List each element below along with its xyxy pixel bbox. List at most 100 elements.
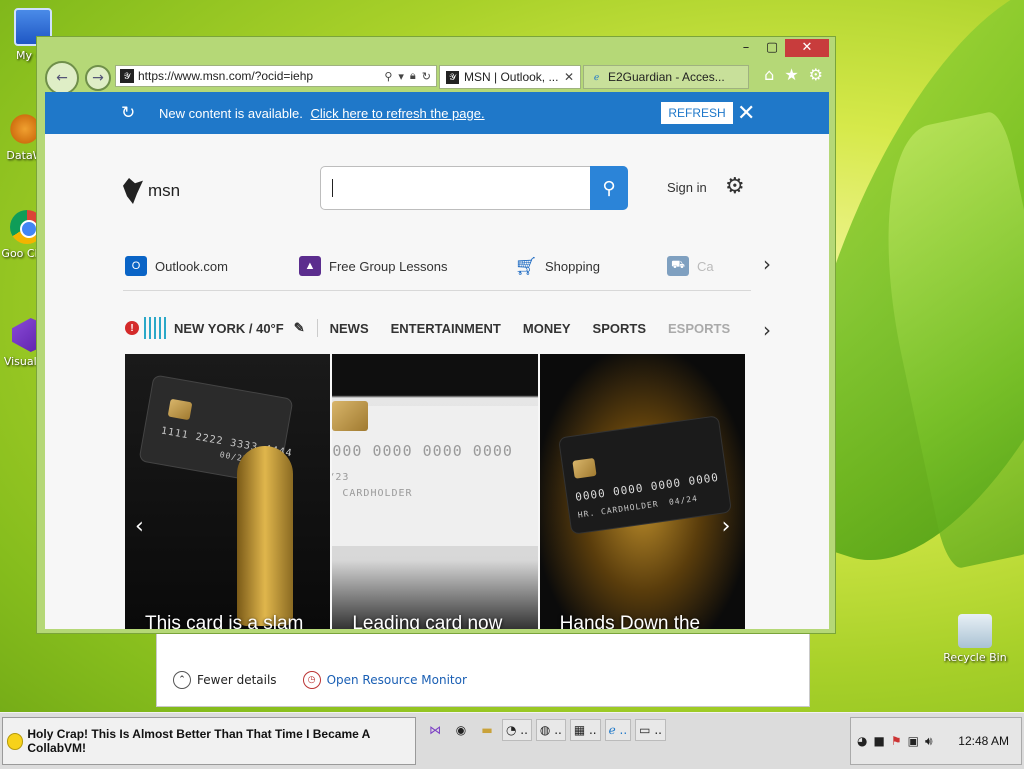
settings-gear-icon[interactable]: ⚙ [809,65,823,84]
refresh-icon[interactable]: ↻ [422,70,431,83]
maximize-button[interactable]: ▢ [759,39,785,57]
card-caption: This card is a slam [145,613,304,629]
close-tab-icon[interactable]: ✕ [564,70,574,84]
recycle-bin-icon [958,614,992,648]
notification-message: New content is available. Click here to … [159,106,485,121]
system-tray: ◕ ■ ⚑ ▣ 🔊︎ 12:48 AM [850,717,1022,765]
chevron-right-icon[interactable]: › [763,318,771,342]
quick-links: O Outlook.com ▲ Free Group Lessons 🛒︎ Sh… [125,250,775,284]
tray-flag-icon[interactable]: ⚑ [891,734,902,748]
desktop-icon-label: Recycle Bin [943,651,1007,664]
search-button[interactable]: ⚲ [590,166,628,210]
quick-link-label: Shopping [545,258,600,274]
msn-logo-text: msn [148,181,181,200]
taskbar-item-chart[interactable]: ▦ .. [569,719,601,741]
search-input[interactable]: ⚲ [320,166,628,210]
car-icon: ⛟ [667,256,689,276]
carousel-prev-icon[interactable]: ‹ [135,514,144,539]
taskbar-item-1[interactable]: ◔ .. [502,719,532,741]
notification-text: New content is available. [159,105,303,121]
address-tools: ⚲ ▾ 🔒︎ ↻ [384,70,436,83]
text-cursor [332,179,333,197]
close-notification-icon[interactable]: ✕ [737,100,755,126]
minimize-button[interactable]: – [733,39,759,57]
address-text: https://www.msn.com/?ocid=iehp [138,69,314,83]
clock[interactable]: 12:48 AM [958,734,1009,748]
alert-icon[interactable]: ! [125,321,139,335]
card-expiry: 04/24 [668,493,699,507]
visual-studio-icon[interactable]: ⋈ [424,719,446,741]
ie-toolbar: ⌂ ★ ⚙ [764,65,823,84]
category-entertainment[interactable]: ENTERTAINMENT [391,321,501,336]
card-caption: Hands Down the [559,613,701,629]
ie-window: – ▢ ✕ ← → 𝒴 https://www.msn.com/?ocid=ie… [36,36,836,634]
card-holder: HR. CARDHOLDER [576,499,659,520]
folder-icon[interactable]: ▬ [476,719,498,741]
forward-button[interactable]: → [85,65,111,91]
forward-arrow-icon: → [92,70,104,86]
tab-label: E2Guardian - Acces... [608,70,725,84]
news-card[interactable]: 0000 0000 0000 0000 HR. CARDHOLDER 04/24… [539,354,745,629]
gold-hand-image [237,446,293,626]
category-esports[interactable]: ESPORTS [668,321,730,336]
home-icon[interactable]: ⌂ [764,65,774,84]
msn-favicon-icon: 𝒴 [446,70,459,84]
category-sports[interactable]: SPORTS [593,321,646,336]
back-arrow-icon: ← [56,70,68,86]
quick-link-label: Free Group Lessons [329,258,448,274]
divider [316,319,318,337]
page-content: ↻ New content is available. Click here t… [45,92,829,629]
chevron-up-icon[interactable]: ⌃ [173,671,191,689]
close-button[interactable]: ✕ [785,39,829,57]
location-weather[interactable]: NEW YORK / 40°F [174,321,284,336]
address-bar[interactable]: 𝒴 https://www.msn.com/?ocid=iehp ⚲ ▾ 🔒︎ … [115,65,437,87]
quick-link-shopping[interactable]: 🛒︎ Shopping [515,256,600,276]
lock-icon[interactable]: 🔒︎ [410,70,416,83]
tray-square-icon[interactable]: ■ [873,734,884,748]
tray-network-icon[interactable]: ▣ [908,734,919,748]
tray-power-icon[interactable]: ◕ [857,734,867,748]
open-resource-monitor-link[interactable]: Open Resource Monitor [327,673,467,687]
desktop-icon-recycle-bin[interactable]: Recycle Bin [940,614,1010,664]
taskbar-item-ie[interactable]: ℯ .. [604,719,632,741]
navigation-bar: ← → 𝒴 https://www.msn.com/?ocid=iehp ⚲ ▾… [43,61,829,95]
quick-link-label: Outlook.com [155,258,228,274]
category-bar: ! NEW YORK / 40°F ✎ NEWS ENTERTAINMENT M… [125,316,765,340]
category-money[interactable]: MONEY [523,321,571,336]
category-news[interactable]: NEWS [330,321,369,336]
tab-label: MSN | Outlook, ... [464,70,559,84]
quick-link-cars[interactable]: ⛟ Ca [667,256,714,276]
news-card[interactable]: 0000 0000 0000 0000 /23 . CARDHOLDER Lea… [332,354,538,629]
settings-gear-icon[interactable]: ⚙ [725,174,745,199]
dropdown-icon[interactable]: ▾ [398,70,404,83]
sign-in-link[interactable]: Sign in [667,180,707,195]
refresh-page-link[interactable]: Click here to refresh the page. [310,106,484,121]
edit-pencil-icon[interactable]: ✎ [294,320,305,336]
chevron-right-icon[interactable]: › [763,252,771,276]
quick-link-free-group-lessons[interactable]: ▲ Free Group Lessons [299,256,448,276]
tab-e2guardian[interactable]: ℯ E2Guardian - Acces... [583,65,749,89]
tab-msn[interactable]: 𝒴 MSN | Outlook, ... ✕ [439,65,581,89]
search-icon[interactable]: ⚲ [384,70,392,83]
back-button[interactable]: ← [45,61,79,95]
shopping-cart-icon: 🛒︎ [514,255,538,276]
news-card[interactable]: 1111 2222 3333 4444 00/27 ‹ This card is… [125,354,331,629]
tray-volume-icon[interactable]: 🔊︎ [925,734,933,749]
fewer-details-link[interactable]: Fewer details [197,673,277,687]
refresh-button[interactable]: REFRESH [661,102,733,124]
outlook-icon: O [125,256,147,276]
quick-link-outlook[interactable]: O Outlook.com [125,256,228,276]
taskbar-item-globe[interactable]: ◍ .. [535,719,566,741]
taskbar-apps: ⋈ ◉ ▬ ◔ .. ◍ .. ▦ .. ℯ .. ▭ .. [424,719,666,741]
title-bar: – ▢ ✕ [37,37,835,63]
chrome-icon[interactable]: ◉ [450,719,472,741]
card-holder: . CARDHOLDER [332,488,413,499]
credit-card-image: 0000 0000 0000 0000 /23 . CARDHOLDER [332,401,538,546]
divider [123,290,751,291]
taskbar-item-cmd[interactable]: ▭ .. [635,719,666,741]
msn-logo[interactable]: msn [123,178,180,204]
carousel-next-icon[interactable]: › [722,514,731,539]
ie-favicon-icon: ℯ [593,71,600,82]
card-chip [332,401,369,431]
favorites-star-icon[interactable]: ★ [784,65,798,84]
